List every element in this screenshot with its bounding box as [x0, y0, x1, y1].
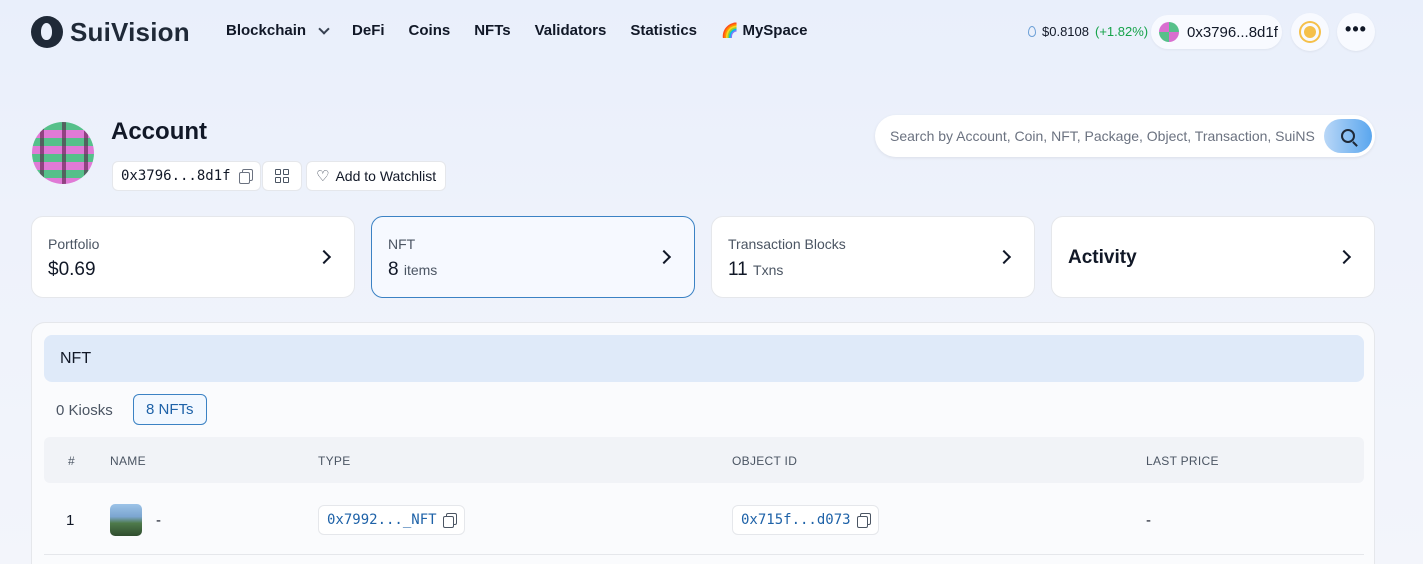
- nft-panel: NFT 0 Kiosks 8 NFTs # NAME TYPE OBJECT I…: [31, 322, 1375, 564]
- object-id-link[interactable]: 0x715f...d073: [732, 505, 879, 535]
- qr-code-button[interactable]: [262, 161, 302, 191]
- chevron-right-icon: [656, 249, 672, 265]
- row-index: 1: [66, 511, 75, 529]
- nav-validators-label: Validators: [534, 22, 607, 39]
- transaction-count-unit: Txns: [753, 262, 784, 278]
- nft-label: NFT: [388, 236, 416, 252]
- chevron-down-icon: [318, 22, 330, 35]
- nav-defi[interactable]: DeFi: [352, 22, 385, 39]
- connected-account-button[interactable]: 0x3796...8d1f: [1151, 15, 1282, 49]
- account-address-box: 0x3796...8d1f: [112, 161, 261, 191]
- account-address: 0x3796...8d1f: [121, 168, 231, 184]
- rainbow-icon: 🌈: [721, 22, 739, 38]
- search-input[interactable]: [875, 128, 1315, 144]
- column-object-id: OBJECT ID: [732, 454, 798, 468]
- heart-icon: ♡: [316, 167, 330, 185]
- portfolio-card[interactable]: Portfolio $0.69: [31, 216, 355, 298]
- nft-type-cell: 0x7992..._NFT: [318, 485, 465, 555]
- copy-icon[interactable]: [856, 513, 871, 528]
- nav-statistics[interactable]: Statistics: [630, 22, 697, 39]
- table-row[interactable]: 1 - 0x7992..._NFT 0x715f...d073 -: [44, 485, 1364, 555]
- connected-account-address: 0x3796...8d1f: [1187, 23, 1278, 41]
- nft-panel-title: NFT: [44, 335, 1364, 382]
- main-nav: Blockchain DeFi Coins NFTs Validators St…: [226, 22, 808, 39]
- nft-thumbnail[interactable]: [110, 504, 142, 536]
- nav-myspace[interactable]: 🌈 MySpace: [721, 22, 807, 39]
- search-bar: [875, 115, 1375, 157]
- nav-defi-label: DeFi: [352, 22, 385, 39]
- more-menu-button[interactable]: •••: [1337, 13, 1375, 51]
- column-index: #: [68, 454, 75, 468]
- nft-name-cell: -: [110, 485, 161, 555]
- top-header: SuiVision Blockchain DeFi Coins NFTs Val…: [0, 0, 1423, 64]
- price-change: (+1.82%): [1095, 24, 1149, 39]
- nft-type: 0x7992..._NFT: [327, 512, 437, 528]
- page-title: Account: [111, 118, 207, 145]
- search-icon: [1341, 129, 1355, 143]
- theme-toggle-button[interactable]: [1291, 13, 1329, 51]
- object-id: 0x715f...d073: [741, 512, 851, 528]
- column-last-price: LAST PRICE: [1146, 454, 1219, 468]
- nft-card[interactable]: NFT 8 items: [371, 216, 695, 298]
- chevron-right-icon: [996, 249, 1012, 265]
- nav-coins-label: Coins: [408, 22, 451, 39]
- nav-blockchain-label: Blockchain: [226, 22, 307, 39]
- last-price: -: [1146, 511, 1151, 529]
- sui-drop-icon: [31, 16, 63, 48]
- nav-coins[interactable]: Coins: [409, 22, 451, 39]
- add-to-watchlist-label: Add to Watchlist: [335, 168, 437, 184]
- copy-icon[interactable]: [442, 513, 457, 528]
- account-avatar: [32, 122, 94, 184]
- avatar: [1159, 22, 1179, 42]
- column-type: TYPE: [318, 454, 351, 468]
- add-to-watchlist-button[interactable]: ♡ Add to Watchlist: [306, 161, 447, 191]
- copy-icon[interactable]: [238, 169, 253, 184]
- sui-drop-icon: [1028, 26, 1036, 37]
- portfolio-label: Portfolio: [48, 236, 100, 252]
- chevron-right-icon: [1336, 249, 1352, 265]
- table-header: # NAME TYPE OBJECT ID LAST PRICE: [44, 437, 1364, 483]
- nav-nfts[interactable]: NFTs: [474, 22, 510, 39]
- tab-kiosks[interactable]: 0 Kiosks: [56, 402, 113, 419]
- qr-code-icon: [275, 169, 289, 183]
- sui-price: $0.8108 (+1.82%): [1028, 24, 1148, 39]
- price-value: $0.8108: [1042, 24, 1089, 39]
- brand-name: SuiVision: [70, 16, 190, 47]
- transaction-count-value: 11: [728, 259, 748, 280]
- object-id-cell: 0x715f...d073: [732, 485, 879, 555]
- activity-label: Activity: [1068, 247, 1137, 268]
- transaction-count: 11 Txns: [728, 259, 783, 281]
- nav-blockchain[interactable]: Blockchain: [226, 22, 330, 39]
- search-button[interactable]: [1324, 119, 1372, 153]
- tab-nfts[interactable]: 8 NFTs: [133, 394, 207, 425]
- chevron-right-icon: [316, 249, 332, 265]
- brand-logo[interactable]: SuiVision: [31, 16, 190, 48]
- sun-icon: [1304, 26, 1316, 38]
- nav-nfts-label: NFTs: [474, 22, 511, 39]
- nft-count-unit: items: [403, 262, 438, 278]
- nav-myspace-label: MySpace: [742, 22, 808, 39]
- nft-count-value: 8: [388, 259, 399, 280]
- nft-type-link[interactable]: 0x7992..._NFT: [318, 505, 465, 535]
- nft-name: -: [156, 511, 161, 529]
- column-name: NAME: [110, 454, 146, 468]
- nav-statistics-label: Statistics: [630, 22, 698, 39]
- transaction-blocks-card[interactable]: Transaction Blocks 11 Txns: [711, 216, 1035, 298]
- portfolio-value: $0.69: [48, 259, 96, 280]
- nav-validators[interactable]: Validators: [535, 22, 607, 39]
- nft-count: 8 items: [388, 259, 437, 281]
- activity-card[interactable]: Activity: [1051, 216, 1375, 298]
- more-icon: •••: [1345, 19, 1367, 39]
- transaction-blocks-label: Transaction Blocks: [728, 236, 846, 252]
